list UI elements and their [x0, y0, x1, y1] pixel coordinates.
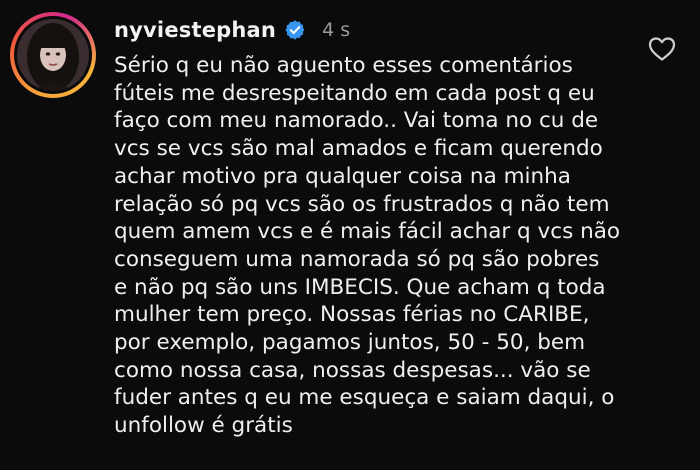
- avatar-image: [17, 19, 89, 91]
- comment-line: por exemplo, pagamos juntos, 50 - 50, be…: [114, 330, 586, 356]
- comment-line: Sério q eu não aguento esses comentários: [114, 53, 573, 78]
- story-ring[interactable]: [10, 12, 96, 98]
- comment-line: quem amem vcs e é mais fácil achar q vcs…: [114, 219, 621, 245]
- comment-line: vcs se vcs são mal amados e ficam queren…: [114, 136, 603, 162]
- comment-line: como nossa casa, nossas despesas... vão …: [114, 357, 591, 383]
- comment-text: Sério q eu não aguento esses comentários…: [114, 52, 654, 440]
- comment-line: fúteis me desrespeitando em cada post q …: [114, 80, 595, 106]
- comment-line: conseguem uma namorada só pq são pobres: [114, 246, 600, 272]
- avatar[interactable]: [17, 19, 89, 91]
- comment-header: nyviestephan 4 s: [114, 14, 350, 46]
- comment-timestamp: 4 s: [322, 19, 351, 41]
- comment-line: e não pq são uns IMBECIS. Que acham q to…: [114, 274, 606, 300]
- comment-line: unfollow é grátis: [114, 413, 293, 439]
- comment-line: achar motivo pra qualquer coisa na minha: [114, 163, 571, 189]
- username-link[interactable]: nyviestephan: [114, 18, 276, 42]
- avatar-border: [14, 16, 92, 94]
- comment-line: fuder antes q eu me esqueça e saiam daqu…: [114, 385, 615, 411]
- comment-line: relação só pq vcs são os frustrados q nã…: [114, 191, 610, 217]
- comment-line: mulher tem preço. Nossas férias no CARIB…: [114, 302, 590, 328]
- verified-badge-icon: [284, 19, 306, 41]
- comment-line: faço com meu namorado.. Vai toma no cu d…: [114, 108, 599, 134]
- comment-item: nyviestephan 4 s Sério q eu não aguento …: [0, 0, 700, 470]
